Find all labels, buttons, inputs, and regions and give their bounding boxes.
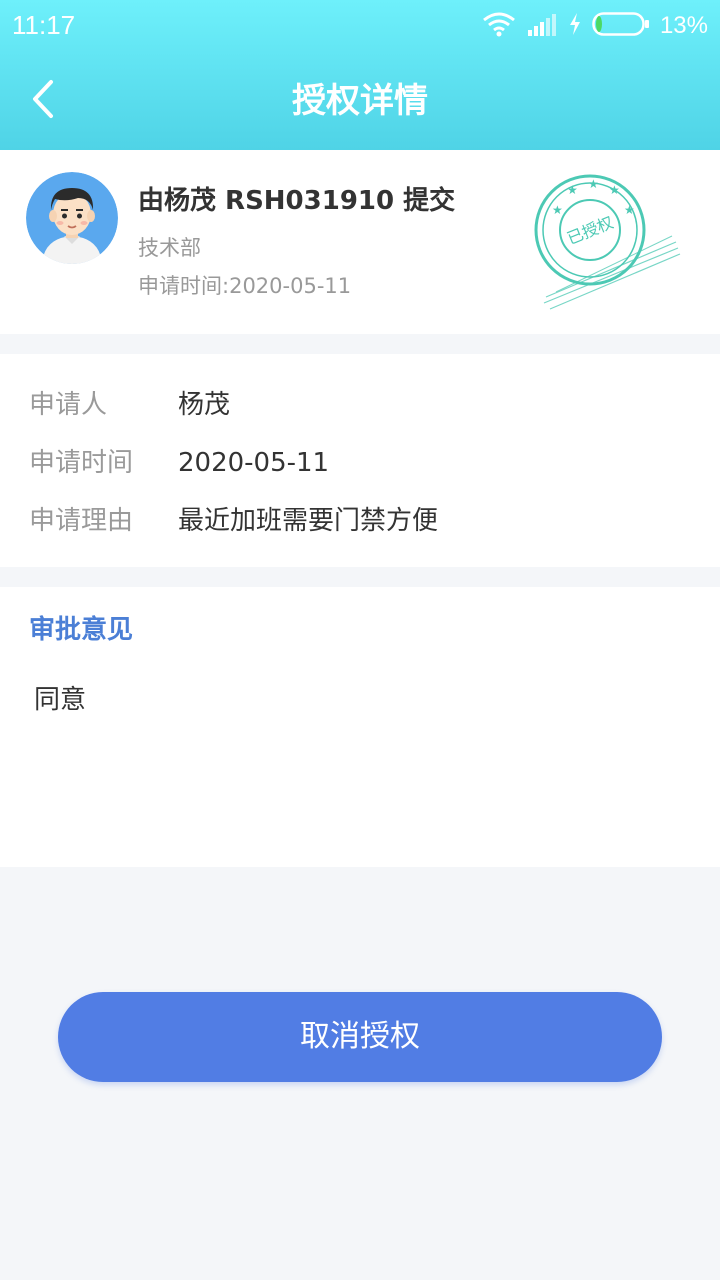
status-indicators: 13%: [482, 10, 708, 42]
svg-text:★: ★: [588, 177, 599, 191]
cancel-authorization-button[interactable]: 取消授权: [58, 992, 662, 1082]
stamp-text: 已授权: [564, 213, 616, 249]
status-time: 11:17: [12, 10, 76, 40]
submitter-line: 由杨茂 RSH031910 提交: [138, 186, 456, 216]
detail-row-reason: 申请理由 最近加班需要门禁方便: [0, 492, 720, 550]
detail-label: 申请时间: [29, 448, 134, 478]
battery-percent: 13%: [659, 12, 708, 39]
opinion-title: 审批意见: [29, 615, 134, 645]
department: 技术部: [138, 236, 201, 260]
apply-time-label: 申请时间:: [138, 274, 230, 298]
detail-label: 申请人: [29, 390, 108, 420]
battery-icon: [592, 11, 650, 41]
svg-text:★: ★: [552, 203, 563, 217]
request-details-card: 申请人 杨茂 申请时间 2020-05-11 申请理由 最近加班需要门禁方便: [0, 354, 720, 567]
wifi-icon: [482, 11, 516, 41]
detail-value: 最近加班需要门禁方便: [178, 506, 439, 536]
applicant-summary-card: 由杨茂 RSH031910 提交 技术部 申请时间:2020-05-11 ★ ★…: [0, 150, 720, 334]
svg-text:★: ★: [624, 203, 635, 217]
detail-value: 杨茂: [178, 390, 231, 420]
signal-icon: [526, 12, 558, 40]
avatar: [26, 172, 118, 264]
apply-time-value: 2020-05-11: [229, 274, 352, 298]
svg-text:★: ★: [567, 183, 578, 197]
detail-row-apply-time: 申请时间 2020-05-11: [0, 434, 720, 492]
detail-value: 2020-05-11: [178, 448, 330, 478]
svg-text:★: ★: [609, 183, 620, 197]
detail-row-applicant: 申请人 杨茂: [0, 376, 720, 434]
approval-opinion-card: 审批意见 同意: [0, 587, 720, 867]
authorized-stamp: ★ ★ ★ ★ ★ 已授权: [526, 172, 686, 312]
status-bar: 11:17 13%: [0, 0, 720, 52]
app-header: 11:17 13% 授权详情: [0, 0, 720, 150]
apply-time-summary: 申请时间:2020-05-11: [138, 270, 351, 300]
detail-label: 申请理由: [29, 506, 134, 536]
page-title: 授权详情: [292, 81, 428, 121]
opinion-text: 同意: [34, 685, 87, 715]
nav-bar: 授权详情: [0, 52, 720, 150]
charging-icon: [568, 12, 582, 40]
